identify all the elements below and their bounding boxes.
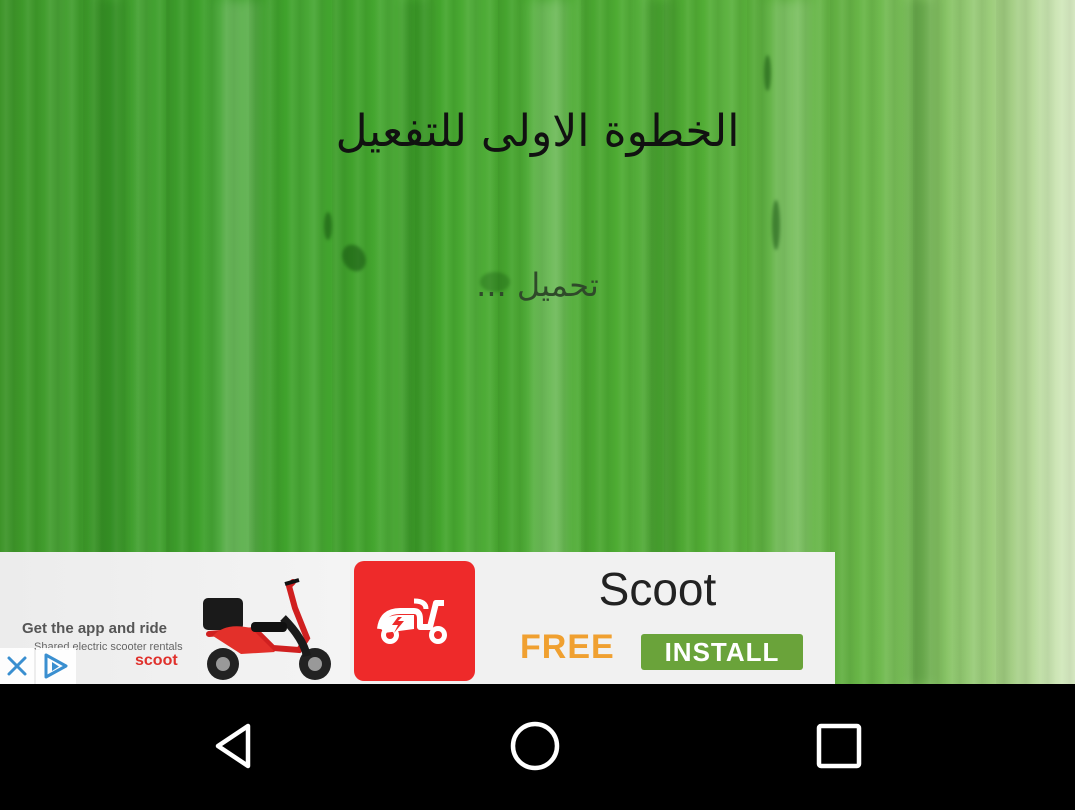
close-glyph-icon <box>7 656 27 676</box>
install-button[interactable]: INSTALL <box>641 634 803 670</box>
adchoices-icon[interactable] <box>36 648 76 684</box>
paint-blot <box>324 212 332 240</box>
texture-dark-band <box>900 0 940 684</box>
scooter-glyph-icon <box>377 598 447 644</box>
back-glyph-icon <box>215 723 251 769</box>
recents-glyph-icon <box>816 723 862 769</box>
paint-blot <box>764 55 771 91</box>
scooter-icon[interactable] <box>354 561 475 681</box>
loading-text: تحميل ... <box>476 266 599 304</box>
home-circle-icon[interactable] <box>500 714 570 778</box>
back-triangle-icon[interactable] <box>198 714 268 778</box>
ad-brand-small: scoot <box>135 652 178 669</box>
home-glyph-icon <box>510 721 560 771</box>
page-title: الخطوة الاولى للتفعيل <box>335 106 740 157</box>
scooter-image <box>203 578 331 680</box>
ad-banner[interactable]: Get the app and ride Shared electric sco… <box>0 552 835 684</box>
ad-tagline: Get the app and ride <box>22 620 168 637</box>
ad-price-label: FREE <box>520 628 615 666</box>
ad-brand-name[interactable]: Scoot <box>480 562 835 616</box>
adchoices-glyph-icon <box>44 653 68 679</box>
close-icon[interactable] <box>0 648 34 684</box>
system-nav-bar <box>0 684 1075 810</box>
device-screen: الخطوة الاولى للتفعيل تحميل ... Get the … <box>0 0 1075 810</box>
recents-square-icon[interactable] <box>804 714 874 778</box>
paint-blot <box>772 200 780 250</box>
